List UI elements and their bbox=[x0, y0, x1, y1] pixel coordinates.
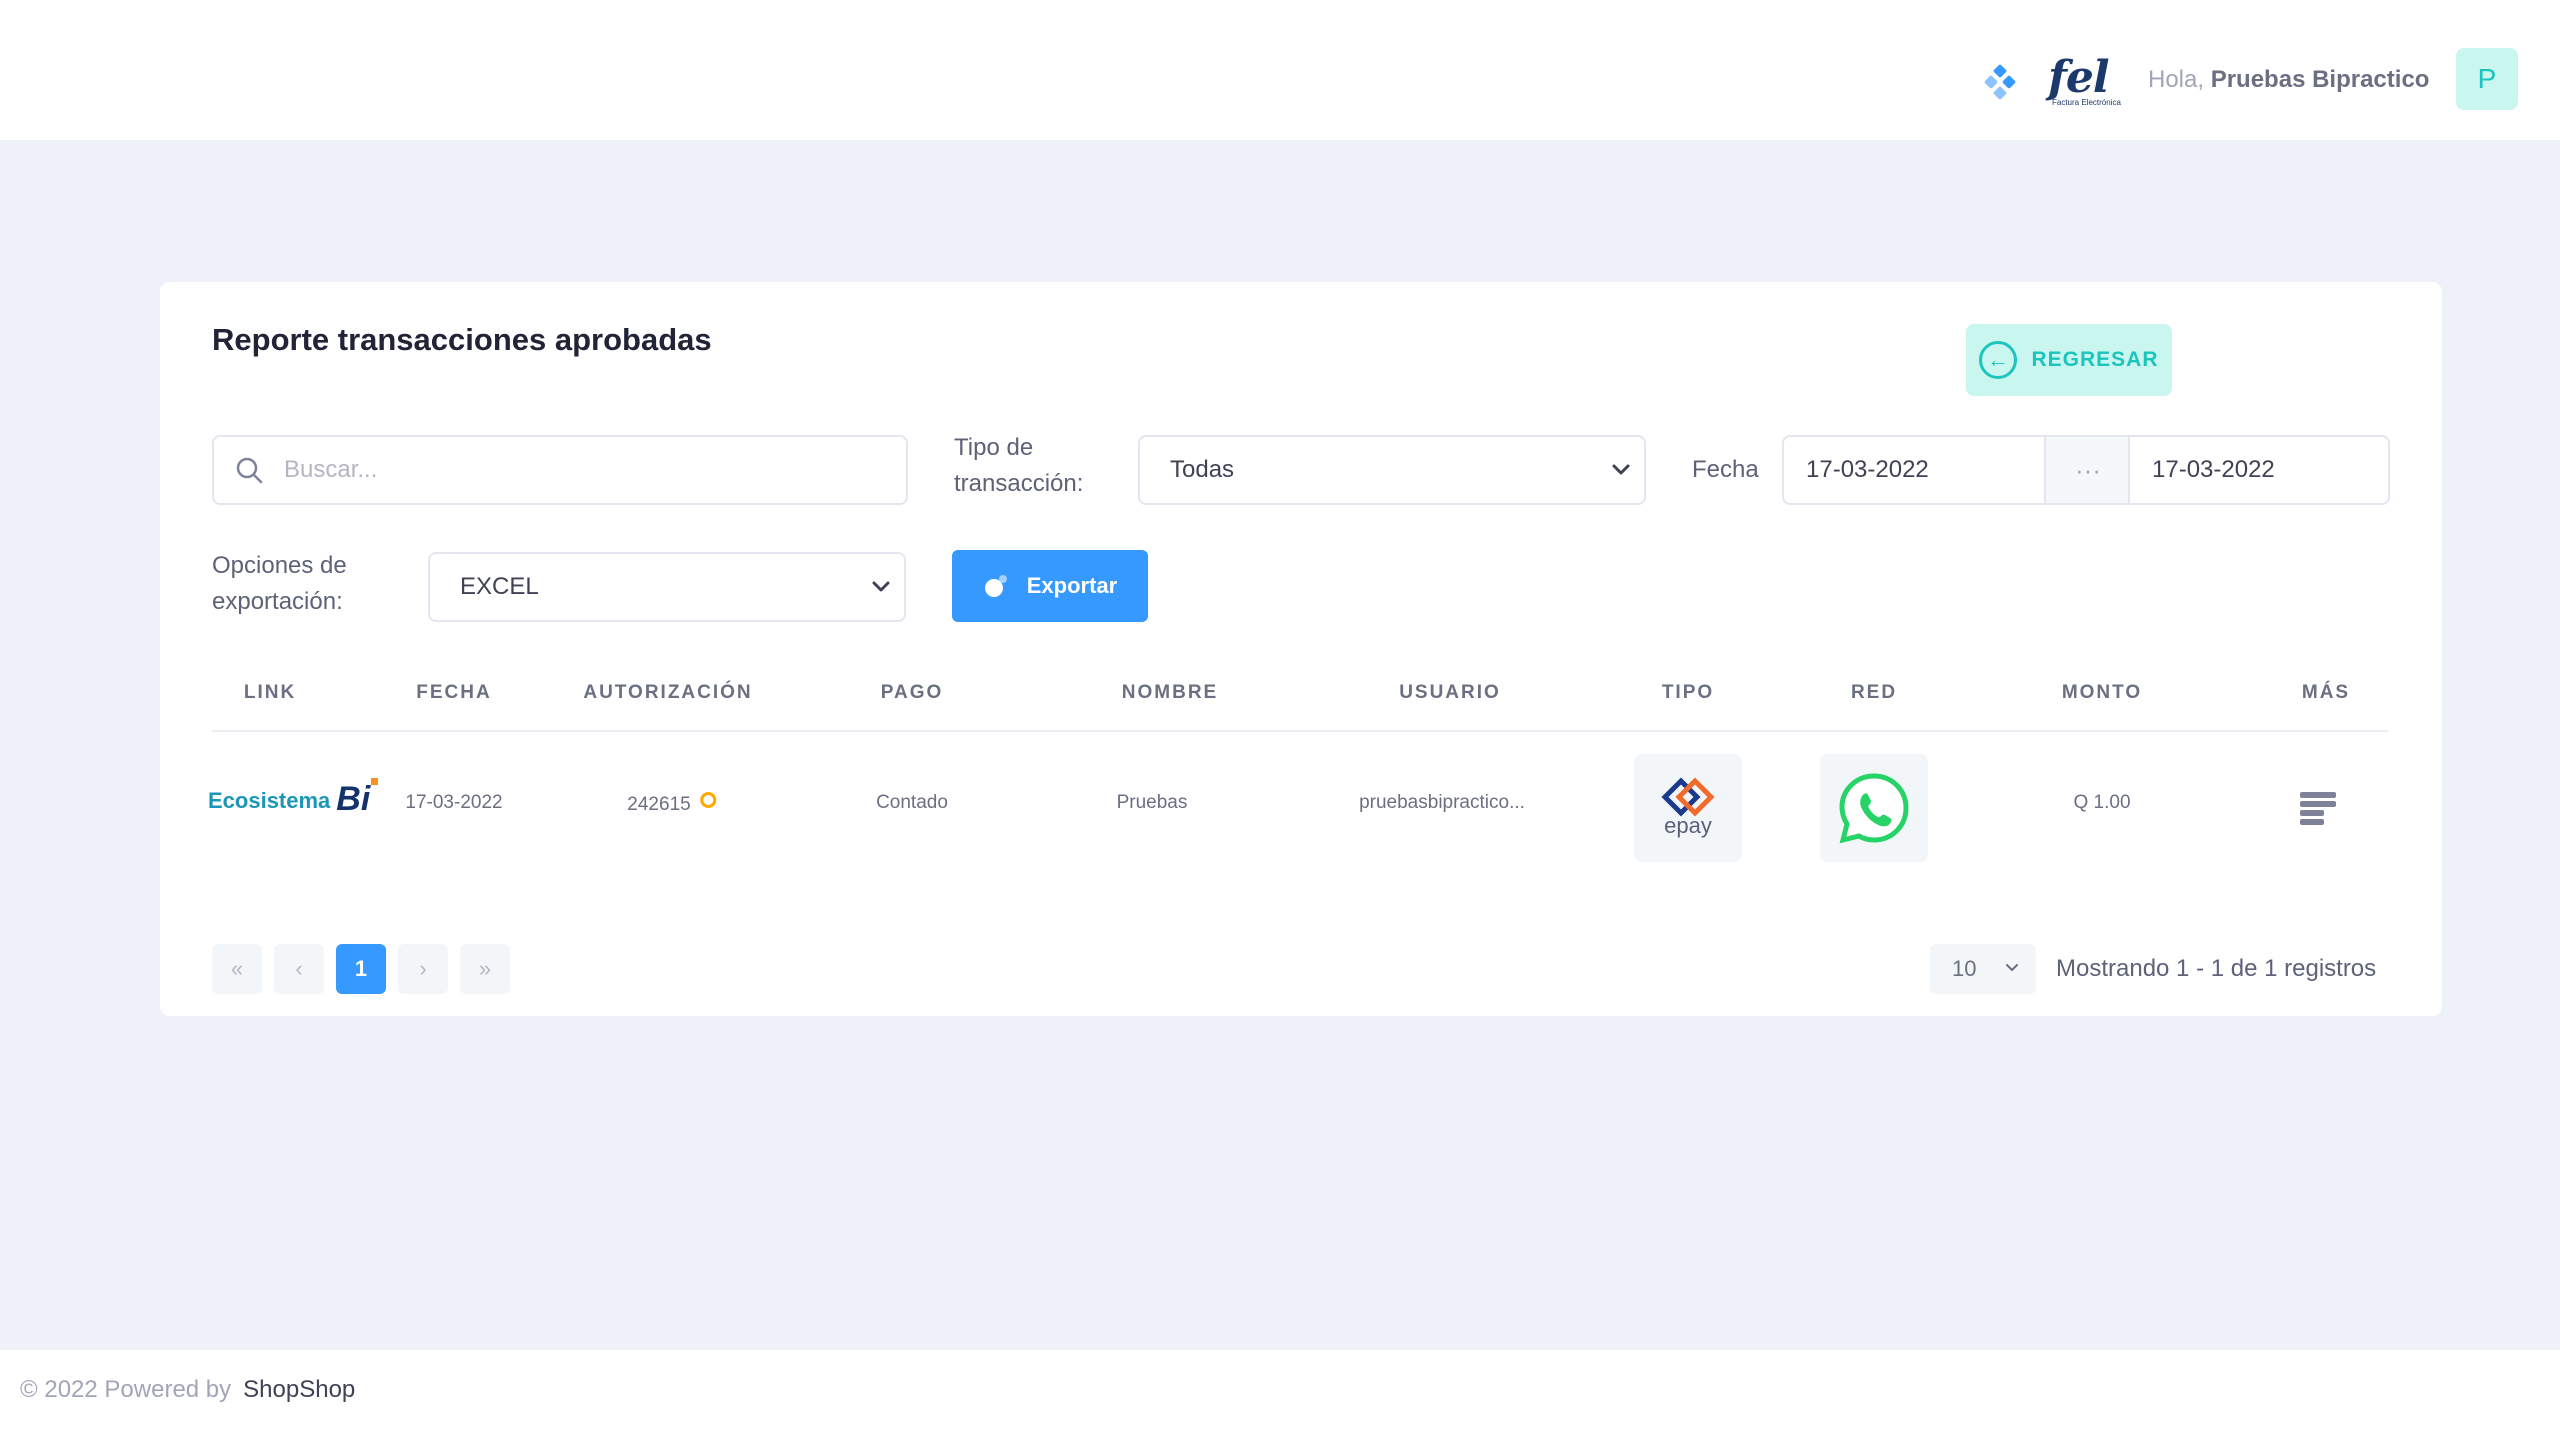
table-header: LINK FECHA AUTORIZACIÓN PAGO NOMBRE USUA… bbox=[212, 682, 2388, 732]
col-red[interactable]: RED bbox=[1851, 682, 1897, 704]
user-greeting: Hola, Pruebas Bipractico bbox=[2148, 66, 2429, 94]
chevron-down-icon bbox=[872, 581, 890, 592]
export-format-select[interactable]: EXCEL bbox=[428, 552, 906, 622]
tipo-transaccion-select[interactable]: Todas bbox=[1138, 435, 1646, 505]
table-row: Ecosistema Bi 17-03-2022 242615 Contado … bbox=[160, 732, 2442, 892]
more-icon-line bbox=[2300, 810, 2324, 816]
search-icon bbox=[236, 457, 263, 484]
export-format-value: EXCEL bbox=[460, 573, 539, 600]
avatar[interactable]: P bbox=[2456, 48, 2518, 110]
chevron-down-icon bbox=[2006, 964, 2018, 971]
page-1-button[interactable]: 1 bbox=[336, 944, 386, 994]
link-brand-mark: Bi bbox=[336, 778, 379, 818]
whatsapp-tile bbox=[1820, 754, 1928, 862]
col-monto[interactable]: MONTO bbox=[2062, 682, 2142, 704]
search-box bbox=[212, 435, 908, 505]
prev-page-button[interactable]: ‹ bbox=[274, 944, 324, 994]
cell-fecha: 17-03-2022 bbox=[405, 792, 503, 813]
epay-diamond-icon bbox=[1661, 777, 1715, 817]
epay-logo-mark: epay bbox=[1661, 777, 1715, 839]
whatsapp-icon bbox=[1839, 773, 1909, 844]
fecha-label: Fecha bbox=[1692, 456, 1759, 483]
next-page-button[interactable]: › bbox=[398, 944, 448, 994]
page-title: Reporte transacciones aprobadas bbox=[212, 322, 712, 357]
back-button-label: REGRESAR bbox=[2031, 348, 2159, 371]
tipo-transaccion-value: Todas bbox=[1170, 456, 1235, 483]
fel-logo-text: fel bbox=[2048, 52, 2110, 103]
records-summary: Mostrando 1 - 1 de 1 registros bbox=[2056, 955, 2377, 982]
export-icon bbox=[984, 575, 1007, 597]
more-options-icon[interactable] bbox=[2300, 792, 2336, 825]
col-nombre[interactable]: NOMBRE bbox=[1122, 682, 1218, 704]
export-options-label: Opciones de exportación: bbox=[212, 552, 347, 615]
search-input[interactable] bbox=[284, 447, 884, 493]
epay-logo: epay bbox=[1634, 754, 1742, 862]
report-card: Reporte transacciones aprobadas ← REGRES… bbox=[160, 282, 2442, 1016]
back-button[interactable]: ← REGRESAR bbox=[1966, 324, 2172, 396]
col-link[interactable]: LINK bbox=[244, 682, 296, 704]
col-autorizacion[interactable]: AUTORIZACIÓN bbox=[583, 682, 752, 704]
col-usuario[interactable]: USUARIO bbox=[1399, 682, 1501, 704]
export-button[interactable]: Exportar bbox=[952, 550, 1148, 622]
footer: © 2022 Powered by ShopShop bbox=[0, 1350, 2560, 1440]
per-page-value: 10 bbox=[1952, 956, 1977, 981]
col-tipo[interactable]: TIPO bbox=[1662, 682, 1714, 704]
cell-usuario: pruebasbipractico... bbox=[1359, 792, 1525, 813]
col-pago[interactable]: PAGO bbox=[881, 682, 944, 704]
cell-monto: Q 1.00 bbox=[2073, 792, 2131, 813]
cell-nombre: Pruebas bbox=[1116, 792, 1188, 813]
date-range-separator: ··· bbox=[2046, 435, 2130, 505]
more-icon-line bbox=[2300, 819, 2324, 825]
copyright-text: © 2022 Powered by bbox=[20, 1376, 232, 1403]
fel-logo-subtext: Factura Electrónica bbox=[2052, 98, 2121, 107]
date-to-input[interactable]: 17-03-2022 bbox=[2128, 435, 2390, 505]
link-brand-text: Ecosistema bbox=[208, 788, 331, 813]
epay-logo-text: epay bbox=[1664, 813, 1712, 838]
col-mas: MÁS bbox=[2301, 682, 2351, 703]
footer-text: © 2022 Powered by ShopShop bbox=[20, 1376, 355, 1404]
autorizacion-value: 242615 bbox=[627, 794, 691, 815]
per-page-select[interactable]: 10 bbox=[1930, 944, 2036, 994]
export-button-label: Exportar bbox=[1026, 573, 1118, 598]
date-from-input[interactable]: 17-03-2022 bbox=[1782, 435, 2046, 505]
cell-pago: Contado bbox=[876, 792, 948, 813]
chevron-down-icon bbox=[1612, 464, 1630, 475]
first-page-button[interactable]: « bbox=[212, 944, 262, 994]
top-bar: fel Factura Electrónica Hola, Pruebas Bi… bbox=[0, 0, 2560, 140]
user-name: Pruebas Bipractico bbox=[2210, 66, 2430, 93]
pagination: « ‹ 1 › » bbox=[212, 944, 510, 994]
more-icon-line bbox=[2300, 792, 2336, 798]
tipo-transaccion-label: Tipo de transacción: bbox=[954, 434, 1084, 497]
cell-autorizacion: 242615 bbox=[627, 792, 717, 816]
arrow-left-circle-icon: ← bbox=[1979, 341, 2018, 379]
last-page-button[interactable]: » bbox=[460, 944, 510, 994]
link-ecosistema-bi[interactable]: Ecosistema Bi bbox=[208, 778, 379, 818]
pending-status-icon bbox=[700, 792, 717, 808]
fel-logo: fel Factura Electrónica bbox=[2048, 52, 2121, 110]
more-icon-line bbox=[2300, 801, 2336, 807]
greeting-text: Hola, bbox=[2148, 66, 2205, 93]
footer-brand-link[interactable]: ShopShop bbox=[243, 1376, 355, 1403]
app-grid-icon[interactable] bbox=[1982, 64, 2018, 100]
col-fecha[interactable]: FECHA bbox=[416, 682, 491, 704]
